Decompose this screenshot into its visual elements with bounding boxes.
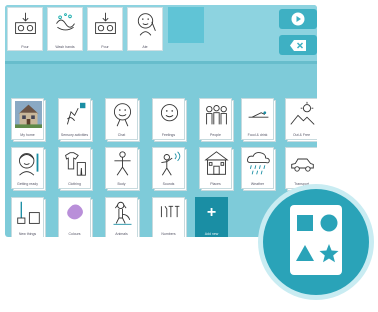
folder-tile-label: Sensory activities	[60, 133, 89, 137]
clear-button[interactable]	[279, 35, 317, 55]
dog-icon	[113, 201, 132, 225]
folder-tile-label: Sounds	[162, 182, 175, 186]
shapes-board-icon	[258, 184, 374, 300]
plus-icon: +	[206, 204, 217, 221]
folder-tile-chat[interactable]: Chat	[105, 98, 138, 140]
numbers-icon	[160, 205, 180, 218]
folder-tile-getting-ready[interactable]: Getting ready	[11, 147, 44, 189]
folder-tile-new-things[interactable]: New things	[11, 197, 44, 237]
folder-tile-label: My home	[20, 133, 35, 137]
folder-tile-label: Animals	[115, 232, 128, 236]
sentence-tile-label: Pour	[21, 45, 29, 49]
folder-tile-label: Numbers	[161, 232, 176, 236]
house-photo	[15, 101, 42, 128]
folder-tile-animals[interactable]: Animals	[105, 197, 138, 237]
folder-tile-label: Out & Free	[292, 133, 311, 137]
chat-face-icon	[113, 103, 132, 127]
divider	[5, 61, 317, 64]
getting-ready-icon	[19, 153, 39, 176]
out-icon	[290, 101, 315, 125]
sensory-icon	[66, 102, 86, 125]
folder-tile-numbers[interactable]: Numbers	[152, 197, 185, 237]
food-icon	[248, 111, 269, 118]
sentence-tile[interactable]: Pour	[7, 7, 43, 51]
sentence-strip: Pour Wash hands Pour Ate	[5, 5, 317, 61]
pour-icon	[15, 12, 36, 34]
folder-tile-my-home[interactable]: My home	[11, 98, 44, 140]
folder-tile-label: New things	[18, 232, 37, 236]
folder-tile-label: Colours	[68, 232, 81, 236]
folder-tile-label: Places	[210, 182, 221, 186]
folder-tile-sensory-activities[interactable]: Sensory activities	[58, 98, 91, 140]
folder-tile-colours[interactable]: Colours	[58, 197, 91, 237]
car-icon	[291, 158, 314, 172]
sentence-tile-label: Wash hands	[55, 45, 75, 49]
folder-tile-label: Getting ready	[16, 182, 38, 186]
folder-tile-clothing[interactable]: Clothing	[58, 147, 91, 189]
weather-icon	[247, 152, 270, 175]
folder-tile-feelings[interactable]: Feelings	[152, 98, 185, 140]
sounds-icon	[161, 151, 181, 176]
feelings-icon	[160, 104, 179, 122]
add-new-label: Add new	[204, 232, 219, 236]
folder-tile-label: Chat	[117, 133, 126, 137]
sentence-tile[interactable]: Pour	[87, 7, 123, 51]
school-icon	[204, 151, 229, 175]
folder-tile-sounds[interactable]: Sounds	[152, 147, 185, 189]
colours-icon	[67, 204, 83, 220]
sentence-tile[interactable]: Ate	[127, 7, 163, 51]
folder-tile-label: Feelings	[161, 133, 176, 137]
ate-icon	[137, 13, 156, 36]
sentence-empty-slot	[168, 7, 204, 43]
sentence-tile-label: Ate	[142, 45, 148, 49]
pour-icon	[95, 12, 116, 34]
folder-tile-people[interactable]: People	[199, 98, 232, 140]
folder-tile-label: People	[210, 133, 221, 137]
folder-tile-label: Food & drink	[247, 133, 268, 137]
sentence-tile-label: Pour	[101, 45, 109, 49]
folder-tile-out-free[interactable]: Out & Free	[285, 98, 317, 140]
people-icon	[206, 105, 227, 125]
folder-tile-label: Body	[117, 182, 126, 186]
body-icon	[114, 151, 131, 176]
add-new-button[interactable]: + Add new	[195, 197, 228, 237]
speak-button[interactable]	[279, 9, 317, 29]
wash-hands-icon	[56, 13, 75, 31]
clothing-icon	[65, 152, 86, 176]
sentence-tile[interactable]: Wash hands	[47, 7, 83, 51]
folder-tile-food-drink[interactable]: Food & drink	[241, 98, 274, 140]
folder-tile-label: Clothing	[68, 182, 81, 186]
play-icon	[291, 12, 305, 26]
folder-tile-places[interactable]: Places	[199, 147, 232, 189]
backspace-icon	[290, 39, 306, 51]
new-things-icon	[17, 201, 40, 224]
folder-tile-body[interactable]: Body	[105, 147, 138, 189]
